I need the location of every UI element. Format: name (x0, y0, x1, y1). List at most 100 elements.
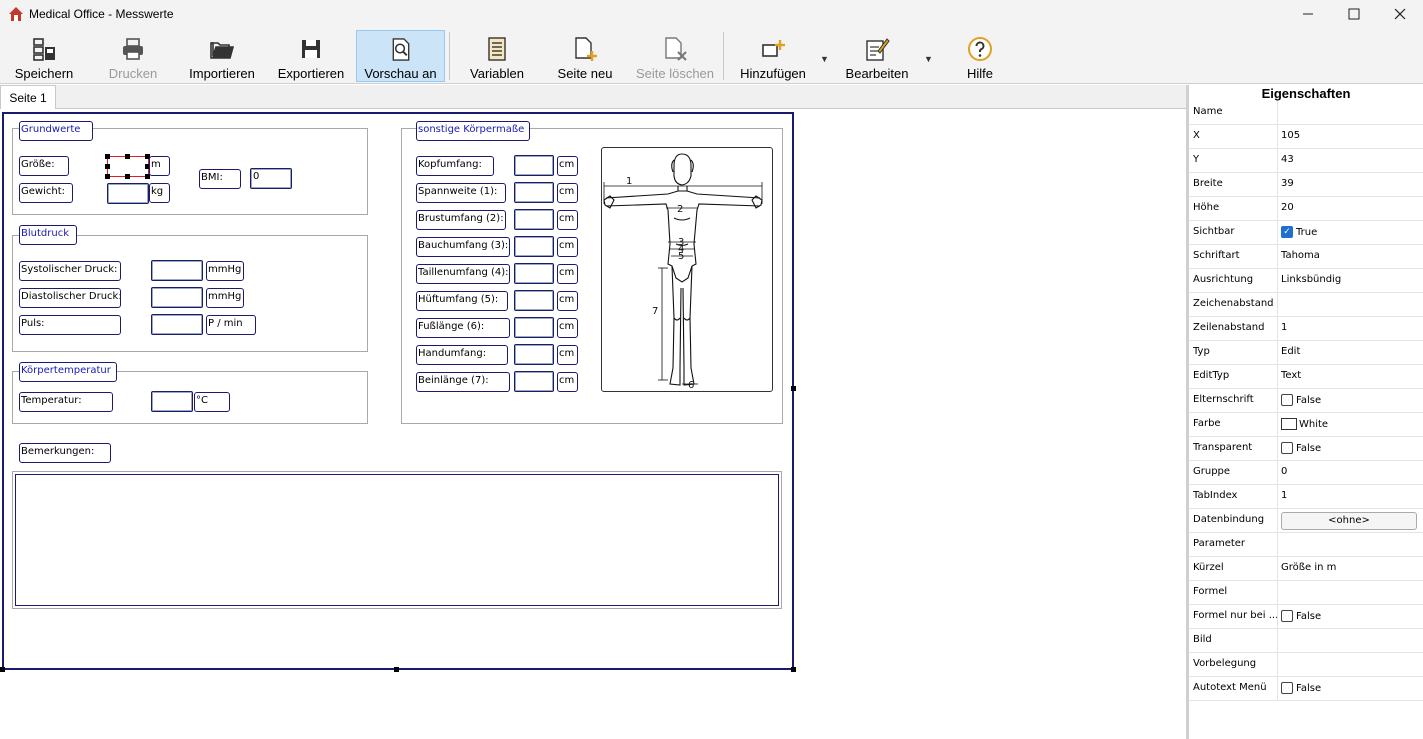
koerpermasse-title[interactable]: sonstige Körpermaße (416, 121, 530, 141)
temperatur-field[interactable] (151, 391, 193, 412)
page-resize-handle[interactable] (0, 667, 5, 672)
help-button[interactable]: Hilfe (952, 30, 1008, 82)
temperatur-label[interactable]: Temperatur: (19, 392, 113, 412)
property-value-cell[interactable]: 43 (1281, 154, 1294, 165)
koerpermass-unit[interactable]: cm (557, 291, 578, 311)
property-row[interactable]: TabIndex 1 (1189, 485, 1423, 509)
puls-field[interactable] (151, 314, 203, 335)
property-value-cell[interactable]: 20 (1281, 202, 1294, 213)
property-row[interactable]: Name (1189, 101, 1423, 125)
property-value-cell[interactable]: Tahoma (1281, 250, 1320, 261)
property-row[interactable]: Gruppe 0 (1189, 461, 1423, 485)
koerpermass-label[interactable]: Kopfumfang: (416, 156, 494, 176)
property-row[interactable]: Bild (1189, 629, 1423, 653)
property-value-cell[interactable]: Linksbündig (1281, 274, 1341, 285)
koerpermass-field[interactable] (514, 182, 554, 203)
bemerkungen-textarea[interactable] (15, 474, 779, 606)
gewicht-label[interactable]: Gewicht: (19, 183, 73, 203)
koerpermass-unit[interactable]: cm (557, 372, 578, 392)
property-value-cell[interactable]: White (1281, 418, 1328, 430)
resize-handle[interactable] (105, 154, 110, 159)
resize-handle[interactable] (105, 174, 110, 179)
koerpermass-field[interactable] (514, 155, 554, 176)
property-row[interactable]: Autotext Menü False (1189, 677, 1423, 701)
koerpermass-unit[interactable]: cm (557, 345, 578, 365)
systolisch-field[interactable] (151, 260, 203, 281)
property-row[interactable]: Kürzel Größe in m (1189, 557, 1423, 581)
property-checkbox[interactable]: ✓ (1281, 226, 1293, 238)
property-value-cell[interactable]: 105 (1281, 130, 1300, 141)
property-row[interactable]: Zeichenabstand (1189, 293, 1423, 317)
puls-unit[interactable]: P / min (206, 315, 256, 335)
bemerkungen-label[interactable]: Bemerkungen: (19, 443, 111, 463)
new-page-button[interactable]: Seite neu (552, 30, 618, 82)
property-row[interactable]: Ausrichtung Linksbündig (1189, 269, 1423, 293)
resize-handle[interactable] (125, 174, 130, 179)
property-value-cell[interactable]: False (1281, 682, 1321, 694)
koerpermass-field[interactable] (514, 236, 554, 257)
resize-handle[interactable] (105, 164, 110, 169)
property-row[interactable]: EditTyp Text (1189, 365, 1423, 389)
property-row[interactable]: Formel nur bei ... False (1189, 605, 1423, 629)
property-row[interactable]: Datenbindung <ohne> (1189, 509, 1423, 533)
add-dropdown-arrow[interactable]: ▼ (820, 54, 829, 64)
datenbindung-button[interactable]: <ohne> (1281, 512, 1417, 530)
property-value-cell[interactable]: Text (1281, 370, 1301, 381)
property-row[interactable]: Zeilenabstand 1 (1189, 317, 1423, 341)
systolisch-unit[interactable]: mmHg (206, 261, 244, 281)
koerpermass-label[interactable]: Taillenumfang (4): (416, 264, 510, 284)
property-checkbox[interactable] (1281, 610, 1293, 622)
koerpermass-unit[interactable]: cm (557, 156, 578, 176)
property-row[interactable]: Typ Edit (1189, 341, 1423, 365)
gewicht-field[interactable] (107, 183, 149, 204)
property-row[interactable]: Sichtbar ✓ True (1189, 221, 1423, 245)
koerpermass-label[interactable]: Brustumfang (2): (416, 210, 506, 230)
koerpermass-unit[interactable]: cm (557, 237, 578, 257)
property-value-cell[interactable]: 1 (1281, 322, 1287, 333)
property-checkbox[interactable] (1281, 682, 1293, 694)
diastolisch-field[interactable] (151, 287, 203, 308)
koerpermass-field[interactable] (514, 290, 554, 311)
diastolisch-unit[interactable]: mmHg (206, 288, 244, 308)
koerpermass-field[interactable] (514, 317, 554, 338)
property-value-cell[interactable]: False (1281, 394, 1321, 406)
property-value-cell[interactable]: Größe in m (1281, 562, 1336, 573)
property-row[interactable]: Breite 39 (1189, 173, 1423, 197)
export-button[interactable]: Exportieren (272, 30, 350, 82)
property-value-cell[interactable]: False (1281, 610, 1321, 622)
koerpermass-label[interactable]: Handumfang: (416, 345, 508, 365)
koerpermass-field[interactable] (514, 371, 554, 392)
bmi-field[interactable]: 0 (250, 168, 292, 189)
import-button[interactable]: Importieren (182, 30, 262, 82)
koerpermass-label[interactable]: Bauchumfang (3): (416, 237, 510, 257)
save-button[interactable]: Speichern (8, 30, 80, 82)
add-element-button[interactable]: Hinzufügen (734, 30, 812, 82)
property-row[interactable]: Formel (1189, 581, 1423, 605)
bmi-label[interactable]: BMI: (199, 169, 241, 189)
page-resize-handle[interactable] (394, 667, 399, 672)
property-row[interactable]: Parameter (1189, 533, 1423, 557)
koerpermass-field[interactable] (514, 344, 554, 365)
delete-page-button[interactable]: Seite löschen (630, 30, 720, 82)
property-row[interactable]: X 105 (1189, 125, 1423, 149)
koerpermass-unit[interactable]: cm (557, 264, 578, 284)
koerpermass-unit[interactable]: cm (557, 183, 578, 203)
diastolisch-label[interactable]: Diastolischer Druck: (19, 288, 121, 308)
koerpermass-field[interactable] (514, 263, 554, 284)
koerpermass-label[interactable]: Beinlänge (7): (416, 372, 510, 392)
property-row[interactable]: Y 43 (1189, 149, 1423, 173)
tab-page-1[interactable]: Seite 1 (0, 85, 56, 109)
resize-handle[interactable] (125, 154, 130, 159)
color-swatch[interactable] (1281, 418, 1297, 430)
groesse-label[interactable]: Größe: (19, 156, 69, 176)
temperatur-title[interactable]: Körpertemperatur (19, 362, 117, 382)
variables-button[interactable]: Variablen (462, 30, 532, 82)
koerpermass-label[interactable]: Hüftumfang (5): (416, 291, 508, 311)
property-value-cell[interactable]: ✓ True (1281, 226, 1317, 238)
property-checkbox[interactable] (1281, 394, 1293, 406)
minimize-button[interactable] (1285, 0, 1331, 28)
puls-label[interactable]: Puls: (19, 315, 121, 335)
koerpermass-unit[interactable]: cm (557, 210, 578, 230)
property-row[interactable]: Elternschrift False (1189, 389, 1423, 413)
grundwerte-title[interactable]: Grundwerte (19, 121, 93, 141)
